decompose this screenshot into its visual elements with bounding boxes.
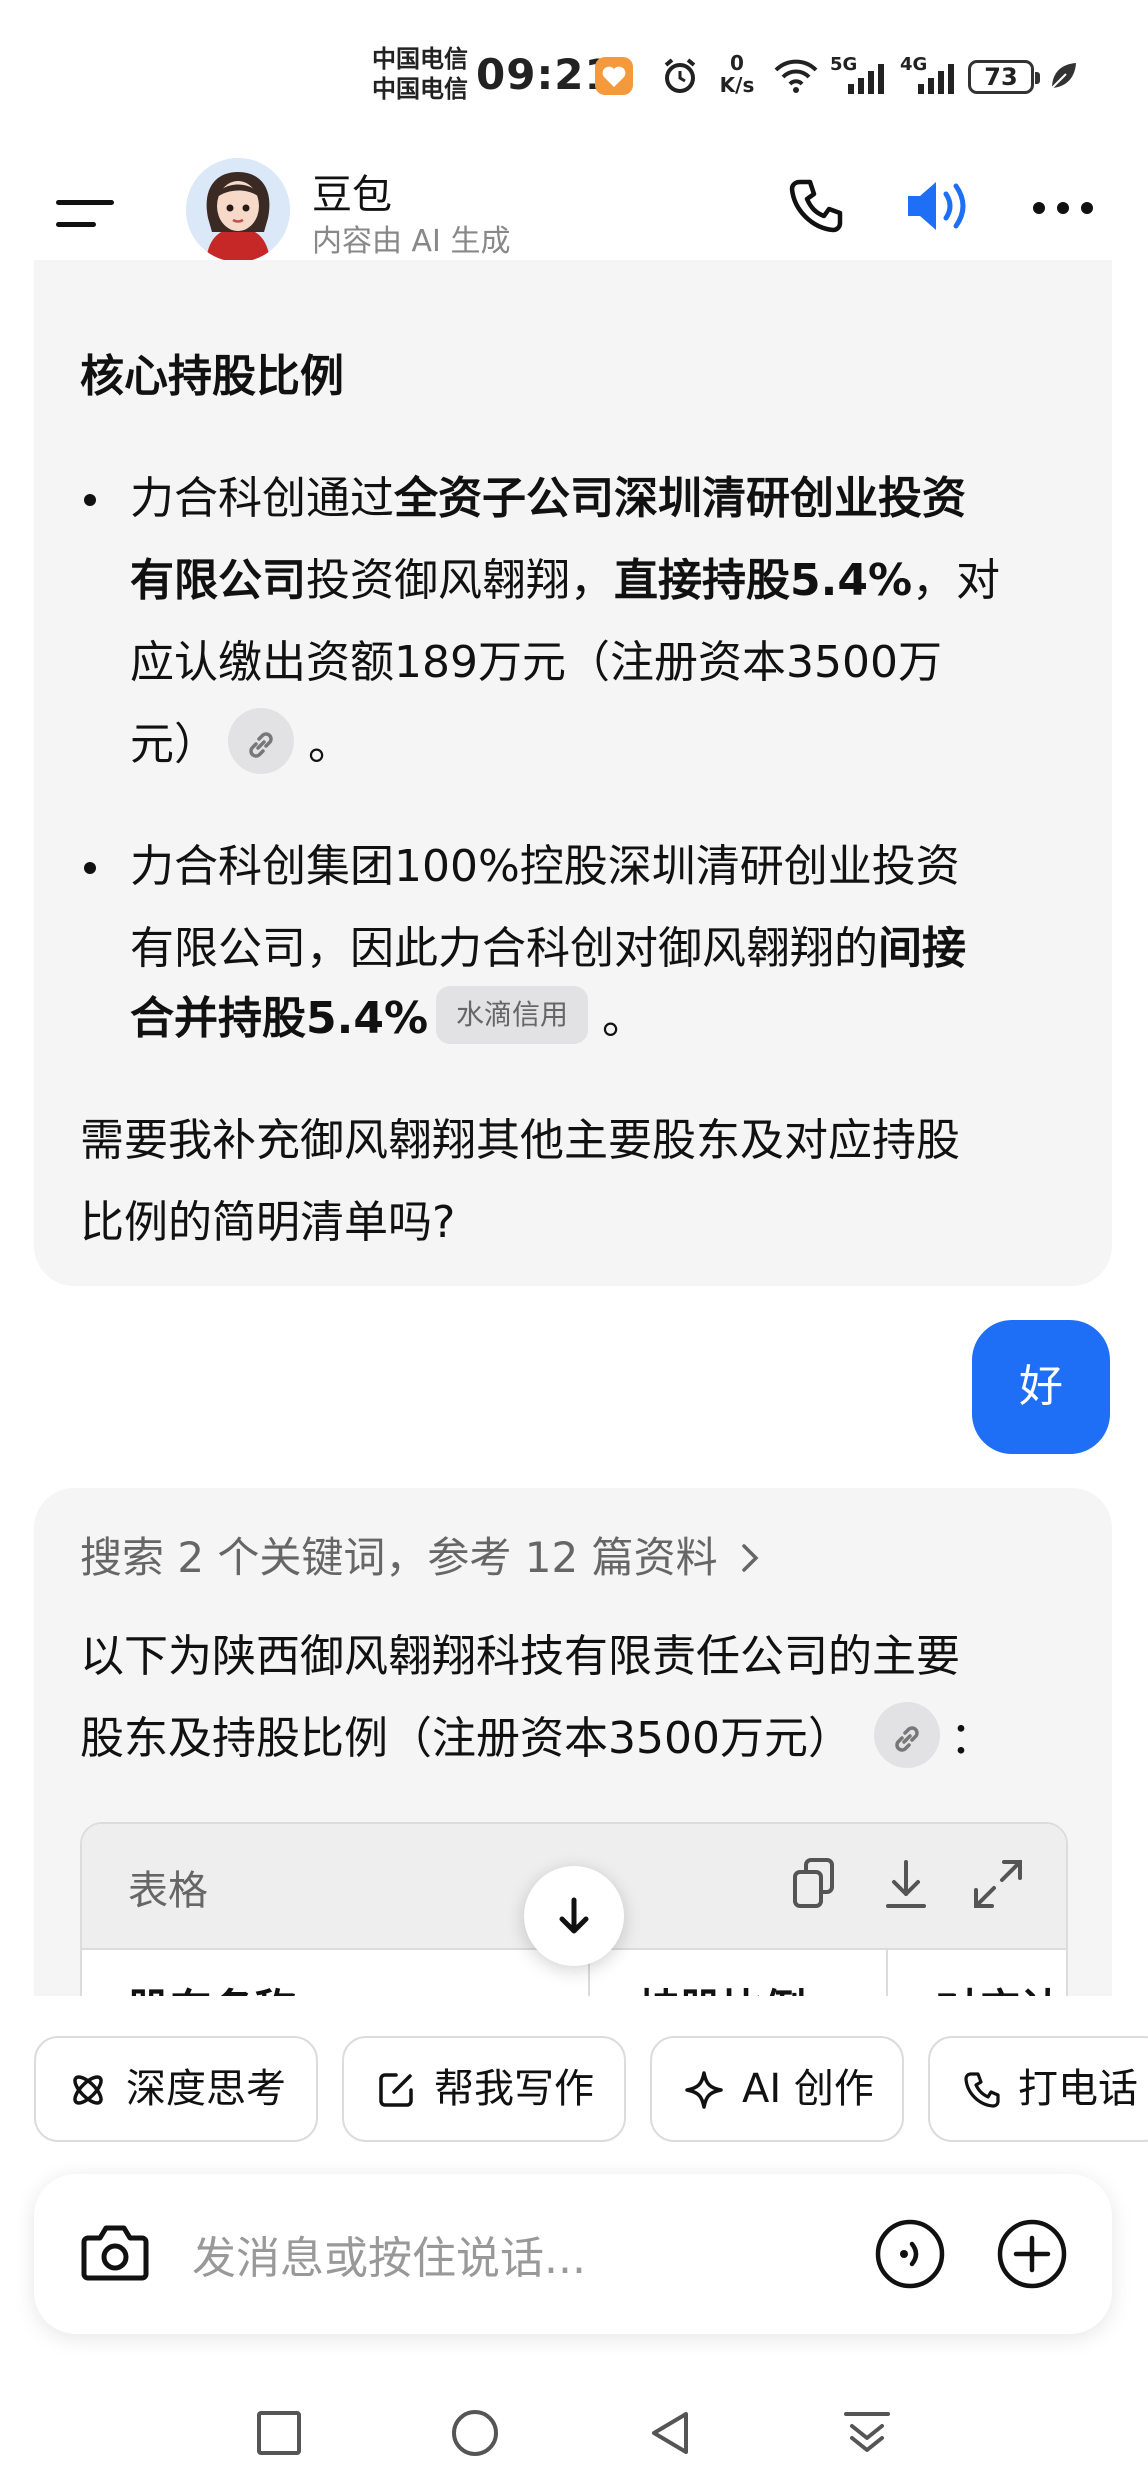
signal-1-icon <box>846 62 890 98</box>
bullet-dot <box>84 862 96 874</box>
text-run: ： <box>949 1713 994 1764</box>
recent-apps-icon[interactable] <box>254 2408 304 2462</box>
ai-generated-label: 内容由 AI 生成 <box>312 224 511 259</box>
health-app-icon <box>594 56 634 100</box>
voice-input-icon[interactable] <box>874 2218 946 2294</box>
followup-question-line1: 需要我补充御风翱翔其他主要股东及对应持股 <box>80 1115 960 1166</box>
quick-action-label: AI 创作 <box>742 2066 874 2112</box>
bullet1-line1: 力合科创通过全资子公司深圳清研创业投资 <box>130 458 966 540</box>
bullet-dot <box>84 494 96 506</box>
back-icon[interactable] <box>646 2408 696 2462</box>
section-heading: 核心持股比例 <box>80 351 344 402</box>
status-bar: 中国电信 中国电信 09:21 0 K/s 5G 4G 73 <box>0 0 1148 150</box>
quick-action-label: 打电话 <box>1018 2066 1138 2112</box>
text-run-bold: 直接持股5.4% <box>614 555 913 606</box>
text-run: ，对 <box>912 555 1001 606</box>
battery-indicator: 73 <box>968 60 1040 94</box>
more-options-icon[interactable] <box>1032 200 1094 219</box>
atom-icon <box>73 2075 103 2105</box>
alarm-icon <box>660 56 700 100</box>
source-chip[interactable]: 水滴信用 <box>436 986 589 1044</box>
followup-question-line2: 比例的简明清单吗? <box>80 1197 456 1248</box>
link-icon <box>895 1726 919 1752</box>
bullet1-line4: 元） 。 <box>130 704 352 786</box>
text-run: 投资御风翱翔， <box>306 555 614 606</box>
quick-action-deep-think[interactable]: 深度思考 <box>34 2036 318 2142</box>
text-run: 股东及持股比例（注册资本3500万元） <box>80 1713 852 1764</box>
intro-line2: 股东及持股比例（注册资本3500万元） ： <box>80 1698 994 1780</box>
text-run-bold: 有限公司 <box>130 555 306 606</box>
wifi-icon <box>772 56 820 98</box>
text-run: 。 <box>308 719 352 770</box>
quick-action-ai-create[interactable]: AI 创作 <box>650 2036 904 2142</box>
net-speed-unit: K/s <box>719 73 755 97</box>
quick-action-call[interactable]: 打电话 <box>928 2036 1148 2142</box>
quick-action-label: 帮我写作 <box>434 2066 594 2112</box>
leaf-icon <box>1048 60 1078 96</box>
net-speed: 0 K/s <box>714 52 760 96</box>
arrow-down-icon <box>559 1897 589 1934</box>
text-run: 有限公司，因此力合科创对御风翱翔的 <box>130 923 878 974</box>
text-run-bold: 合并持股5.4% <box>130 993 429 1044</box>
bullet2-line1: 力合科创集团100%控股深圳清研创业投资 <box>130 841 960 892</box>
carrier-2: 中国电信 <box>372 75 468 103</box>
text-run-bold: 间接 <box>878 923 966 974</box>
chevron-right-icon <box>741 1544 759 1572</box>
download-icon[interactable] <box>882 1856 930 1916</box>
net-speed-value: 0 <box>730 51 744 75</box>
phone-icon <box>964 2072 1000 2108</box>
speaker-icon[interactable] <box>904 174 974 242</box>
text-run: 。 <box>602 993 647 1044</box>
text-run-bold: 全资子公司深圳清研创业投资 <box>394 473 966 524</box>
scroll-to-bottom-button[interactable] <box>524 1866 624 1966</box>
message-input-bar[interactable]: 发消息或按住说话... <box>34 2174 1112 2334</box>
system-nav-bar <box>0 2380 1148 2492</box>
reference-link-button[interactable] <box>873 1702 940 1768</box>
intro-line1: 以下为陕西御风翱翔科技有限责任公司的主要 <box>80 1631 960 1682</box>
phone-call-icon[interactable] <box>786 176 846 240</box>
search-summary-text: 搜索 2 个关键词，参考 12 篇资料 <box>80 1533 718 1582</box>
carrier-1: 中国电信 <box>372 45 468 73</box>
camera-icon[interactable] <box>80 2220 150 2288</box>
quick-action-writing[interactable]: 帮我写作 <box>342 2036 626 2142</box>
bullet1-line3: 应认缴出资额189万元（注册资本3500万 <box>130 637 942 688</box>
notification-drawer-icon[interactable] <box>842 2408 892 2462</box>
menu-line-icon <box>56 200 114 205</box>
bullet2-line3: 合并持股5.4% 水滴信用。 <box>130 978 646 1060</box>
carrier-names: 中国电信 中国电信 <box>372 44 476 104</box>
message-input-placeholder[interactable]: 发消息或按住说话... <box>192 2222 586 2286</box>
text-run: 元） <box>130 719 218 770</box>
sparkle-icon <box>685 2071 723 2109</box>
signal-2-icon <box>916 62 960 98</box>
bot-name: 豆包 <box>312 172 392 218</box>
search-summary[interactable]: 搜索 2 个关键词，参考 12 篇资料 <box>80 1524 760 1585</box>
bot-avatar[interactable] <box>186 158 290 262</box>
copy-icon[interactable] <box>790 1856 838 1916</box>
table-title: 表格 <box>128 1868 208 1914</box>
expand-icon[interactable] <box>970 1856 1026 1916</box>
add-attachment-icon[interactable] <box>996 2218 1068 2294</box>
menu-button[interactable] <box>56 192 114 236</box>
bullet1-line2: 有限公司投资御风翱翔，直接持股5.4%，对 <box>130 540 1000 622</box>
home-icon[interactable] <box>450 2408 500 2462</box>
user-message-bubble[interactable]: 好 <box>972 1320 1110 1454</box>
quick-action-label: 深度思考 <box>126 2066 286 2112</box>
link-icon <box>249 732 273 758</box>
reference-link-button[interactable] <box>228 708 294 774</box>
text-run: 力合科创通过 <box>130 473 394 524</box>
edit-icon <box>379 2073 413 2107</box>
menu-line-icon <box>56 222 96 227</box>
